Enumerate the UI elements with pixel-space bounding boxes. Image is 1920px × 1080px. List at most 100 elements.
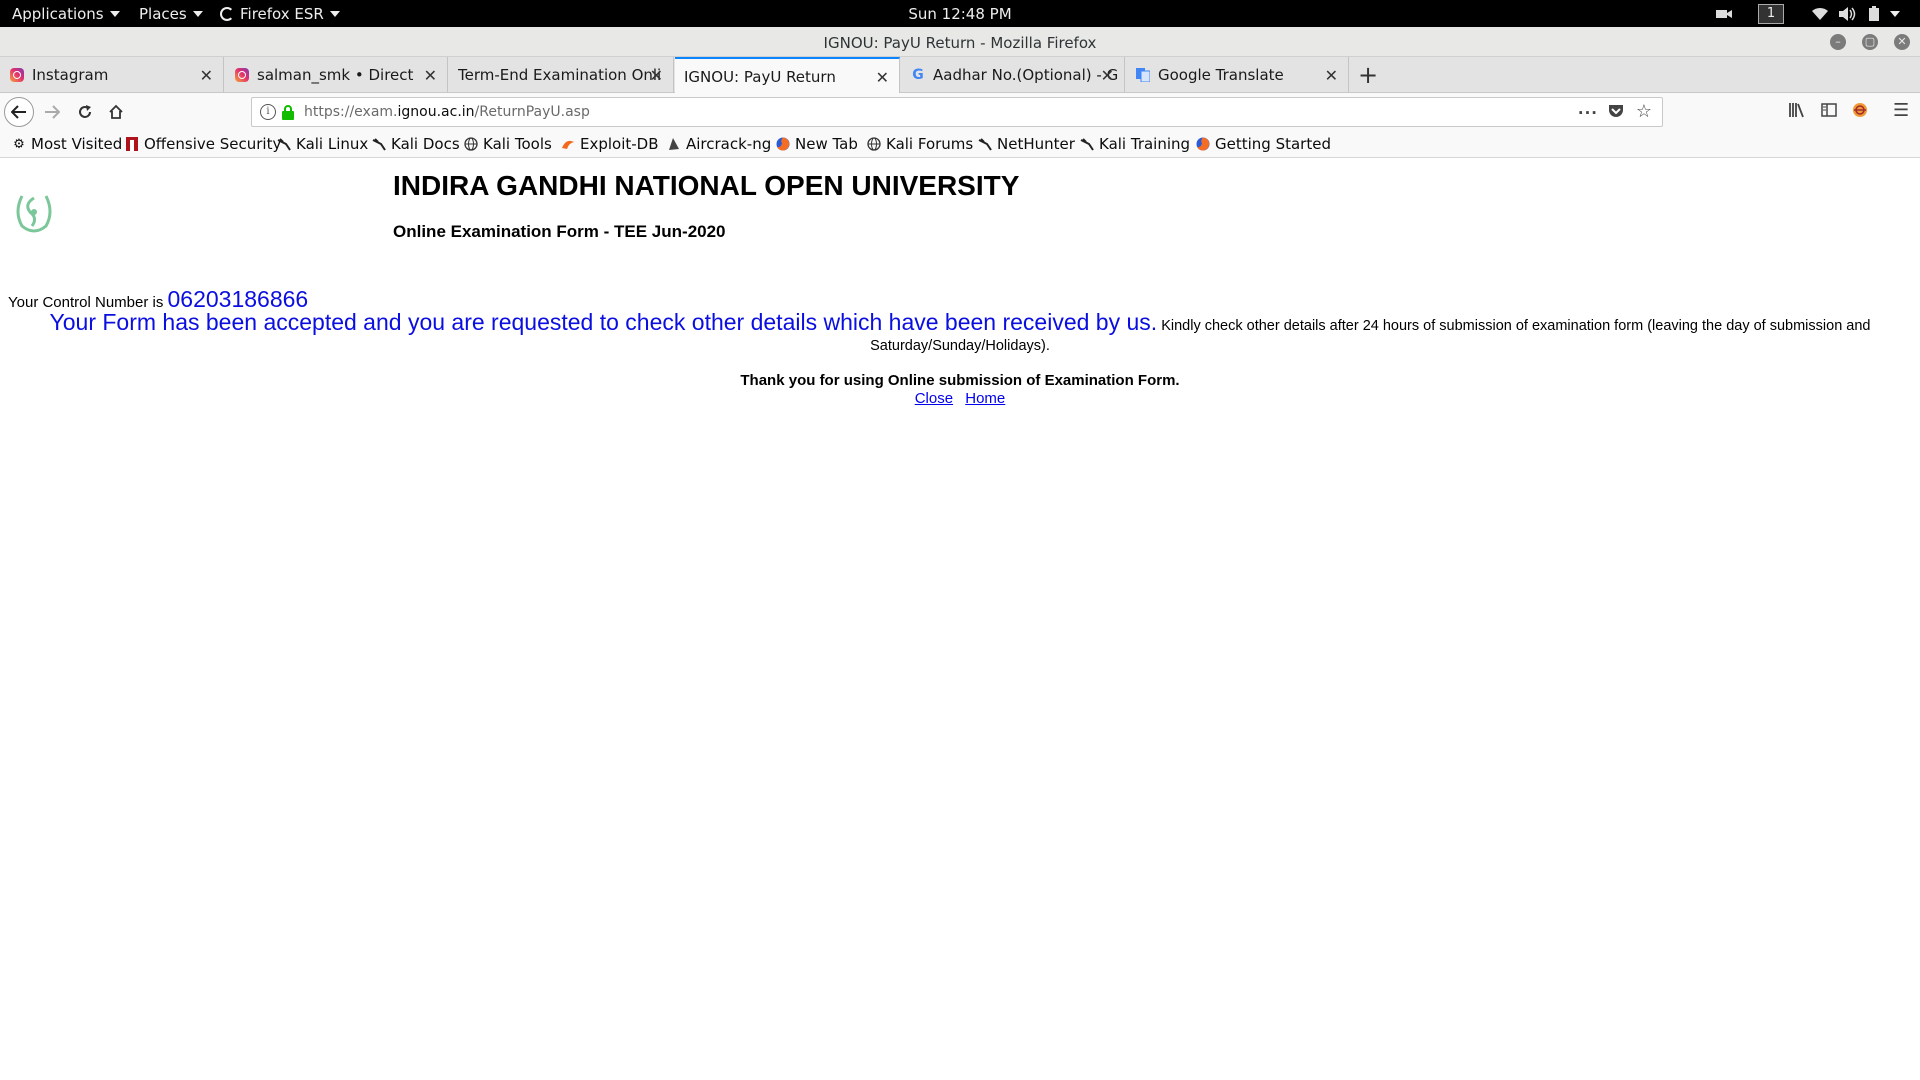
bookmark-label: Kali Tools xyxy=(483,135,552,153)
kali-dragon-icon xyxy=(277,137,291,151)
back-button[interactable] xyxy=(4,97,34,127)
home-link[interactable]: Home xyxy=(965,390,1005,407)
hamburger-menu-icon[interactable]: ☰ xyxy=(1893,100,1909,121)
bookmark-label: Kali Forums xyxy=(886,135,974,153)
system-menu[interactable] xyxy=(1888,4,1902,23)
close-icon[interactable]: ✕ xyxy=(1325,66,1338,85)
bookmark-star-icon[interactable]: ☆ xyxy=(1636,101,1652,122)
tab-instagram[interactable]: Instagram ✕ xyxy=(0,57,224,93)
accepted-message: Your Form has been accepted and you are … xyxy=(49,309,1158,335)
kali-dragon-icon xyxy=(978,137,992,151)
bookmark-new-tab[interactable]: New Tab xyxy=(776,135,858,153)
bookmark-label: Kali Docs xyxy=(391,135,460,153)
page-actions-icon[interactable]: ··· xyxy=(1578,104,1598,122)
bookmark-kali-linux[interactable]: Kali Linux xyxy=(277,135,368,153)
close-icon[interactable]: ✕ xyxy=(876,68,889,87)
battery-icon[interactable] xyxy=(1866,4,1882,23)
ignou-logo xyxy=(12,190,56,234)
bookmark-exploit-db[interactable]: Exploit-DB xyxy=(561,135,659,153)
arrow-right-icon xyxy=(45,105,60,119)
bookmarks-toolbar: ⚙ Most Visited Offensive Security Kali Li… xyxy=(0,131,1920,158)
offsec-icon xyxy=(125,137,139,151)
tab-label: Instagram xyxy=(32,66,109,84)
window-title: IGNOU: PayU Return - Mozilla Firefox xyxy=(823,34,1097,52)
bookmark-nethunter[interactable]: NetHunter xyxy=(978,135,1075,153)
bookmark-getting-started[interactable]: Getting Started xyxy=(1196,135,1331,153)
bookmark-offensive-security[interactable]: Offensive Security xyxy=(125,135,281,153)
url-prefix: https://exam. xyxy=(304,104,398,120)
close-window-button[interactable]: ✕ xyxy=(1894,34,1910,50)
url-host: ignou.ac.in xyxy=(397,104,475,120)
bookmark-kali-docs[interactable]: Kali Docs xyxy=(372,135,460,153)
bookmark-label: NetHunter xyxy=(997,135,1075,153)
navigation-toolbar: i https://exam.ignou.ac.in/ReturnPayU.as… xyxy=(0,93,1920,131)
aircrack-icon xyxy=(667,137,681,151)
bookmark-kali-forums[interactable]: Kali Forums xyxy=(867,135,973,153)
info-icon[interactable]: i xyxy=(260,104,276,120)
tab-term-end-exam[interactable]: Term-End Examination Onli ✕ xyxy=(449,57,674,93)
firefox-icon xyxy=(776,137,790,151)
gear-icon: ⚙ xyxy=(13,136,25,152)
url-text[interactable]: https://exam.ignou.ac.in/ReturnPayU.asp xyxy=(304,104,590,120)
tab-ignou-payu-return[interactable]: IGNOU: PayU Return ✕ xyxy=(675,57,900,94)
home-button[interactable] xyxy=(102,98,130,126)
clock[interactable]: Sun 12:48 PM xyxy=(0,5,1920,23)
kali-dragon-icon xyxy=(1080,137,1094,151)
lock-icon[interactable] xyxy=(282,105,294,120)
library-icon[interactable] xyxy=(1789,102,1805,122)
pocket-icon[interactable] xyxy=(1608,103,1624,123)
gnome-top-bar: Applications Places Firefox ESR Sun 12:4… xyxy=(0,0,1920,27)
chevron-down-icon xyxy=(1890,10,1900,17)
kali-dragon-icon xyxy=(372,137,386,151)
instagram-icon xyxy=(9,67,25,83)
close-icon[interactable]: ✕ xyxy=(650,66,663,85)
tab-label: Google Translate xyxy=(1158,66,1284,84)
close-link[interactable]: Close xyxy=(915,390,953,407)
minimize-button[interactable]: – xyxy=(1830,34,1846,50)
bookmark-label: Kali Training xyxy=(1099,135,1191,153)
bookmark-kali-training[interactable]: Kali Training xyxy=(1080,135,1190,153)
workspace-indicator[interactable]: 1 xyxy=(1758,3,1784,24)
exploitdb-icon xyxy=(561,137,575,151)
globe-icon xyxy=(867,137,881,151)
globe-icon xyxy=(464,137,478,151)
home-icon xyxy=(109,104,123,119)
wifi-icon[interactable] xyxy=(1810,4,1830,23)
bookmark-label: Offensive Security xyxy=(144,135,282,153)
firefox-icon xyxy=(1196,137,1210,151)
tab-google-translate[interactable]: Google Translate ✕ xyxy=(1126,57,1349,93)
close-icon[interactable]: ✕ xyxy=(1101,66,1114,85)
volume-icon[interactable] xyxy=(1838,4,1858,23)
window-title-bar[interactable]: IGNOU: PayU Return - Mozilla Firefox – ▢… xyxy=(0,27,1920,57)
new-tab-button[interactable]: + xyxy=(1358,61,1378,89)
forward-button[interactable] xyxy=(38,98,66,126)
university-title: INDIRA GANDHI NATIONAL OPEN UNIVERSITY xyxy=(393,170,1020,201)
workspace-number: 1 xyxy=(1758,3,1784,24)
thank-you-message: Thank you for using Online submission of… xyxy=(740,372,1180,389)
close-icon[interactable]: ✕ xyxy=(200,66,213,85)
tab-label: IGNOU: PayU Return xyxy=(684,67,836,86)
bookmark-aircrack-ng[interactable]: Aircrack-ng xyxy=(667,135,771,153)
page-links: Close Home xyxy=(0,390,1920,407)
tab-aadhar[interactable]: G Aadhar No.(Optional) - G ✕ xyxy=(901,57,1125,93)
close-icon[interactable]: ✕ xyxy=(424,66,437,85)
tab-instagram-direct[interactable]: salman_smk • Direct ✕ xyxy=(225,57,448,93)
tab-strip: Instagram ✕ salman_smk • Direct ✕ Term-E… xyxy=(0,57,1920,94)
tab-label: Term-End Examination Onli xyxy=(458,66,662,84)
reload-button[interactable] xyxy=(71,98,99,126)
extension-icon[interactable] xyxy=(1852,102,1868,122)
bookmark-label: Kali Linux xyxy=(296,135,369,153)
reload-icon xyxy=(79,105,91,118)
instagram-icon xyxy=(234,67,250,83)
url-path: /ReturnPayU.asp xyxy=(474,104,590,120)
url-bar[interactable]: i https://exam.ignou.ac.in/ReturnPayU.as… xyxy=(251,97,1663,127)
video-camera-icon[interactable] xyxy=(1714,4,1734,23)
maximize-button[interactable]: ▢ xyxy=(1862,34,1878,50)
sidebar-icon[interactable] xyxy=(1821,102,1837,121)
bookmark-kali-tools[interactable]: Kali Tools xyxy=(464,135,552,153)
tab-label: salman_smk • Direct xyxy=(257,66,414,84)
google-translate-icon xyxy=(1135,67,1151,83)
bookmark-label: Aircrack-ng xyxy=(686,135,772,153)
form-subtitle: Online Examination Form - TEE Jun-2020 xyxy=(393,222,726,241)
bookmark-most-visited[interactable]: ⚙ Most Visited xyxy=(12,135,122,153)
